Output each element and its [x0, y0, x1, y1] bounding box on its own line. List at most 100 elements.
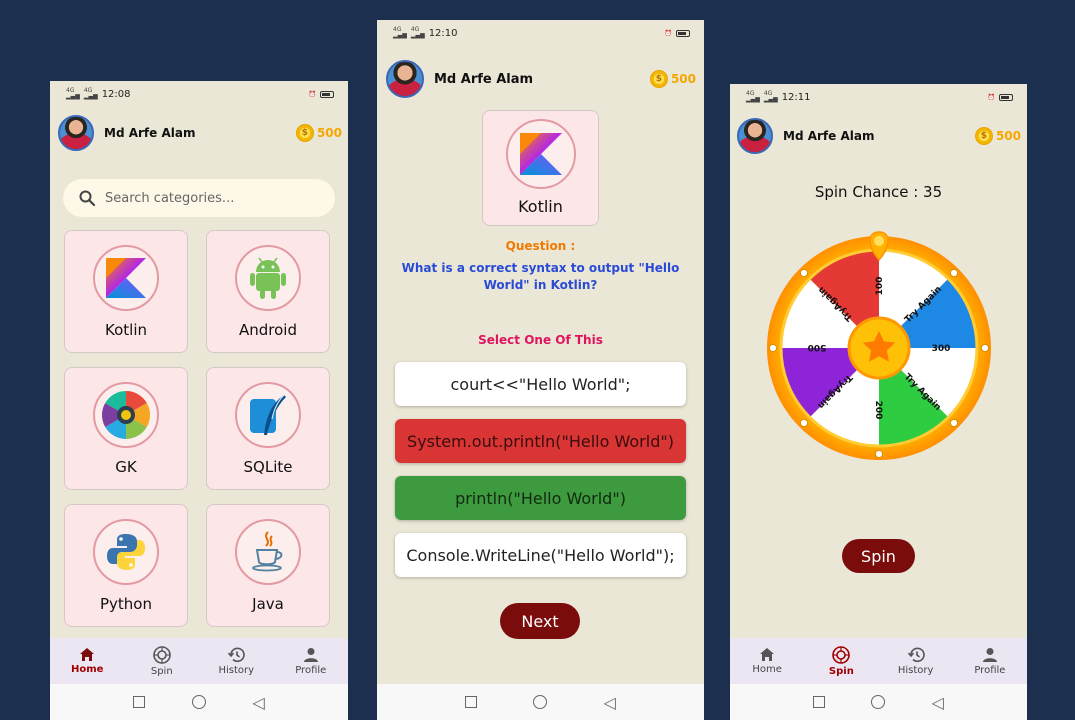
home-circle-icon[interactable]: [533, 695, 548, 709]
back-icon[interactable]: ◁: [932, 693, 944, 712]
bottom-navigation: Home Spin History Profile: [50, 638, 348, 684]
app-header: Md Arfe Alam $ 500: [50, 113, 348, 153]
alarm-icon: ⏰: [664, 29, 672, 37]
category-card-gk[interactable]: GK: [64, 367, 188, 490]
home-icon: [80, 648, 95, 661]
app-header: Md Arfe Alam $ 500: [730, 116, 1027, 156]
home-circle-icon[interactable]: [191, 695, 206, 709]
segment-label: 100: [875, 277, 885, 296]
spin-wheel-icon: [832, 645, 851, 664]
answer-option-2-wrong[interactable]: System.out.println("Hello World"): [395, 419, 686, 463]
nav-profile-label: Profile: [974, 664, 1006, 676]
phone-spin-screen: 4G ▂▄▆ 4G ▂▄▆ 12:11 ⏰ Md Arfe Alam $ 500 S…: [730, 84, 1027, 720]
user-name: Md Arfe Alam: [434, 71, 534, 87]
segment-label: 200: [873, 401, 883, 420]
coin-count: 500: [316, 126, 342, 140]
avatar[interactable]: [58, 115, 94, 151]
category-card-python[interactable]: Python: [64, 504, 188, 627]
spin-wheel-icon: [152, 645, 171, 664]
status-time: 12:10: [428, 27, 458, 39]
search-input[interactable]: [105, 190, 305, 206]
category-card-sqlite[interactable]: SQLite: [206, 367, 330, 490]
battery-icon: [676, 29, 690, 37]
system-navigation: ◁: [50, 684, 348, 720]
java-cup-icon: [235, 519, 301, 585]
quiz-category-label: Kotlin: [518, 197, 563, 216]
nav-home[interactable]: Home: [50, 638, 125, 684]
coin-icon: $: [295, 124, 314, 142]
category-card-kotlin[interactable]: Kotlin: [64, 230, 188, 353]
status-bar: 4G ▂▄▆ 4G ▂▄▆ 12:11 ⏰: [730, 84, 1027, 110]
avatar[interactable]: [386, 60, 424, 98]
coin-count: 500: [995, 129, 1021, 143]
kotlin-logo-icon: [93, 245, 159, 311]
python-logo-icon: [93, 519, 159, 585]
coin-balance: $ 500: [974, 127, 1021, 145]
signal-icon-2: 4G ▂▄▆: [410, 26, 425, 39]
profile-icon: [303, 647, 318, 662]
category-label: GK: [115, 458, 137, 476]
signal-icon-2: 4G ▂▄▆: [763, 90, 778, 103]
history-icon: [228, 647, 246, 662]
battery-icon: [320, 90, 334, 98]
gk-wheel-icon: [93, 382, 159, 448]
question-text: What is a correct syntax to output "Hell…: [401, 261, 680, 292]
nav-history[interactable]: History: [199, 638, 274, 684]
nav-history-label: History: [897, 664, 934, 676]
signal-icon: 4G ▂▄▆: [393, 26, 407, 39]
search-icon: [79, 190, 95, 206]
nav-history[interactable]: History: [879, 638, 953, 684]
quiz-category-card: Kotlin: [482, 110, 599, 226]
search-bar[interactable]: [63, 179, 335, 217]
recents-icon[interactable]: [813, 696, 826, 708]
category-label: Kotlin: [105, 321, 147, 339]
answer-option-3-correct[interactable]: println("Hello World"): [395, 476, 686, 520]
segment-label: 300: [932, 344, 951, 354]
answer-option-1[interactable]: court<<"Hello World";: [395, 362, 686, 406]
recents-icon[interactable]: [465, 696, 478, 708]
signal-icon-2: 4G ▂▄▆: [83, 87, 98, 100]
nav-home-label: Home: [752, 664, 782, 675]
category-label: SQLite: [243, 458, 293, 476]
status-time: 12:08: [101, 88, 131, 100]
category-card-java[interactable]: Java: [206, 504, 330, 627]
coin-icon: $: [974, 127, 993, 145]
category-label: Python: [100, 595, 152, 613]
nav-spin[interactable]: Spin: [804, 638, 878, 684]
home-circle-icon[interactable]: [871, 695, 886, 709]
battery-icon: [999, 93, 1013, 101]
answer-option-4[interactable]: Console.WriteLine("Hello World");: [395, 533, 686, 577]
status-time: 12:11: [781, 91, 811, 103]
spin-button[interactable]: Spin: [842, 539, 915, 573]
nav-home-label: Home: [71, 664, 104, 675]
coin-icon: $: [649, 70, 668, 88]
prize-wheel[interactable]: 100 Try Again 300 Try Again 200 TryAgain…: [766, 230, 992, 460]
avatar[interactable]: [737, 118, 773, 154]
recents-icon[interactable]: [133, 696, 146, 708]
coin-balance: $ 500: [295, 124, 342, 142]
select-prompt: Select One Of This: [478, 333, 603, 347]
back-icon[interactable]: ◁: [252, 693, 264, 712]
system-navigation: ◁: [730, 684, 1027, 720]
coin-balance: $ 500: [649, 70, 696, 88]
nav-profile[interactable]: Profile: [953, 638, 1027, 684]
question-label: Question :: [505, 239, 576, 253]
android-robot-icon: [235, 245, 301, 311]
category-label: Android: [239, 321, 297, 339]
kotlin-logo-icon: [505, 119, 576, 189]
segment-label: 500: [808, 342, 827, 352]
back-icon[interactable]: ◁: [604, 693, 616, 712]
alarm-icon: ⏰: [308, 90, 316, 98]
home-icon: [760, 648, 775, 661]
nav-spin-label: Spin: [150, 665, 173, 677]
nav-home[interactable]: Home: [730, 638, 804, 684]
category-card-android[interactable]: Android: [206, 230, 330, 353]
nav-spin[interactable]: Spin: [125, 638, 200, 684]
nav-profile[interactable]: Profile: [274, 638, 349, 684]
history-icon: [907, 647, 925, 662]
next-button[interactable]: Next: [500, 603, 580, 639]
profile-icon: [982, 647, 997, 662]
system-navigation: ◁: [377, 684, 704, 720]
category-grid: Kotlin Android GK SQLite Python Java: [64, 230, 332, 627]
status-bar: 4G ▂▄▆ 4G ▂▄▆ 12:08 ⏰: [50, 81, 348, 107]
